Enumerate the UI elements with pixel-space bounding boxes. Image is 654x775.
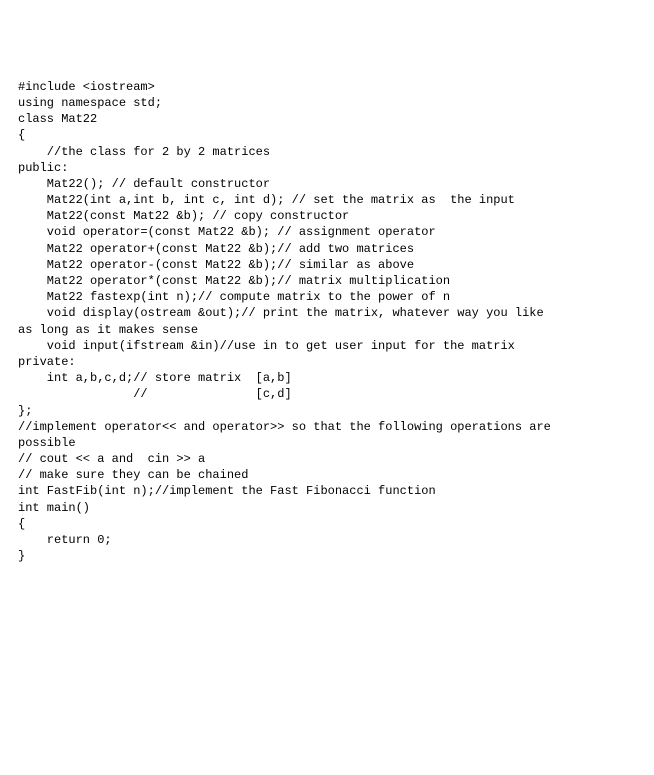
code-line: Mat22 operator-(const Mat22 &b);// simil… bbox=[18, 257, 636, 273]
code-line: void input(ifstream &in)//use in to get … bbox=[18, 338, 636, 354]
code-line: //the class for 2 by 2 matrices bbox=[18, 144, 636, 160]
code-line: Mat22(int a,int b, int c, int d); // set… bbox=[18, 192, 636, 208]
code-line: Mat22(); // default constructor bbox=[18, 176, 636, 192]
code-line: class Mat22 bbox=[18, 111, 636, 127]
code-line: possible bbox=[18, 435, 636, 451]
code-line: void operator=(const Mat22 &b); // assig… bbox=[18, 224, 636, 240]
code-line: { bbox=[18, 127, 636, 143]
code-line: int a,b,c,d;// store matrix [a,b] bbox=[18, 370, 636, 386]
code-line: Mat22 operator+(const Mat22 &b);// add t… bbox=[18, 241, 636, 257]
code-line: int FastFib(int n);//implement the Fast … bbox=[18, 483, 636, 499]
code-line: return 0; bbox=[18, 532, 636, 548]
code-line: }; bbox=[18, 403, 636, 419]
code-line: #include <iostream> bbox=[18, 79, 636, 95]
code-line: void display(ostream &out);// print the … bbox=[18, 305, 636, 321]
code-block: #include <iostream>using namespace std;c… bbox=[18, 79, 636, 565]
code-line: Mat22 fastexp(int n);// compute matrix t… bbox=[18, 289, 636, 305]
code-line: // cout << a and cin >> a bbox=[18, 451, 636, 467]
code-line: Mat22(const Mat22 &b); // copy construct… bbox=[18, 208, 636, 224]
code-line: { bbox=[18, 516, 636, 532]
code-line: private: bbox=[18, 354, 636, 370]
code-line: // [c,d] bbox=[18, 386, 636, 402]
code-line: public: bbox=[18, 160, 636, 176]
code-line: //implement operator<< and operator>> so… bbox=[18, 419, 636, 435]
code-line: as long as it makes sense bbox=[18, 322, 636, 338]
code-line: int main() bbox=[18, 500, 636, 516]
code-line: // make sure they can be chained bbox=[18, 467, 636, 483]
code-line: using namespace std; bbox=[18, 95, 636, 111]
code-line: Mat22 operator*(const Mat22 &b);// matri… bbox=[18, 273, 636, 289]
code-line: } bbox=[18, 548, 636, 564]
